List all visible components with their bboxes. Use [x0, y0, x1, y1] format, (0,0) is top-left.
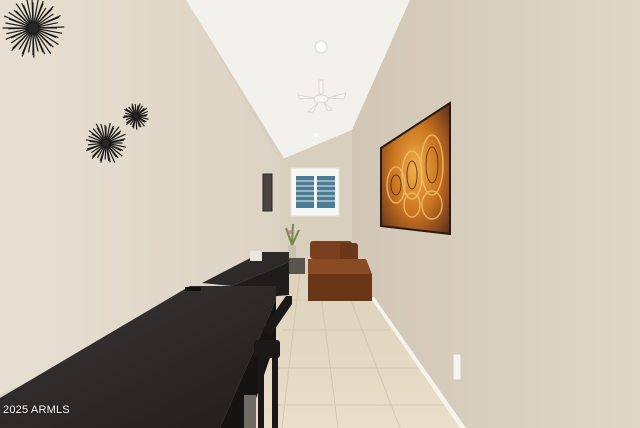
- framed-picture: [262, 173, 273, 212]
- urchin-center: [132, 112, 140, 120]
- recessed-light-icon: [314, 133, 318, 137]
- window-shutters: [290, 167, 340, 217]
- urchin-center: [26, 21, 40, 35]
- outlet-icon: [452, 353, 462, 381]
- hallway-scene: [0, 0, 640, 428]
- watermark: 2025 ARMLS: [3, 404, 70, 416]
- hallway-photo: 2025 ARMLS: [0, 0, 640, 428]
- recessed-light-icon: [314, 40, 328, 54]
- side-table: [289, 258, 305, 274]
- urchin-center: [101, 138, 111, 148]
